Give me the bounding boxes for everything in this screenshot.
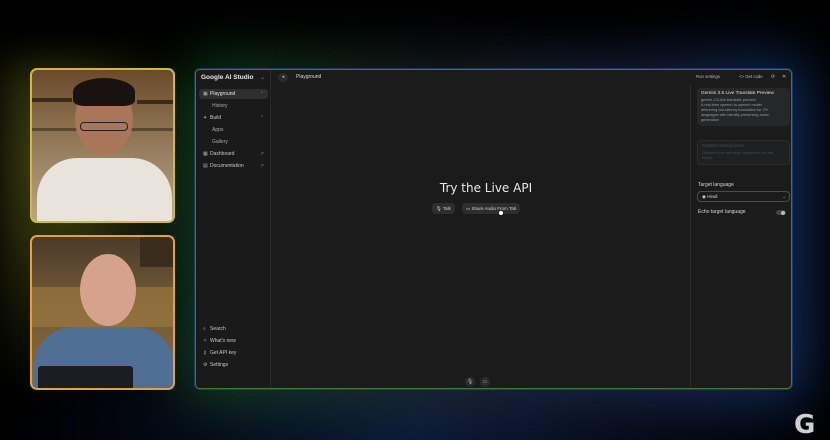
- search-icon: ⌕: [203, 326, 206, 332]
- system-instructions-title: System instructions: [702, 144, 744, 149]
- get-code-button[interactable]: <> Get code: [739, 74, 763, 79]
- sidebar-item-label: Dashboard: [210, 151, 235, 157]
- sparkle-icon: ✧: [203, 338, 208, 344]
- sidebar-item-label: Search: [210, 326, 226, 332]
- talk-label: Talk: [442, 206, 451, 211]
- shelf: [32, 98, 72, 102]
- person-body: [37, 158, 172, 221]
- sidebar-item-gallery[interactable]: Gallery: [199, 137, 268, 147]
- sidebar-item-label: Gallery: [212, 139, 228, 145]
- documentation-icon: ▤: [203, 163, 208, 169]
- sidebar-item-label: Get API key: [210, 350, 237, 356]
- target-language-select[interactable]: ◉ Hindi ⌄: [697, 191, 790, 202]
- sidebar-item-label: History: [212, 103, 228, 109]
- ai-studio-window: Google AI Studio ⌄ ▣ Playground ⌃ History…: [195, 69, 792, 389]
- screen-share-button[interactable]: ▭: [480, 377, 490, 387]
- system-instructions-card[interactable]: System instructions Optional tone and st…: [697, 140, 790, 165]
- mic-icon: 🎙: [436, 206, 442, 211]
- system-instructions-hint: model: [702, 156, 713, 160]
- person-face: [80, 254, 136, 326]
- sidebar-item-label: Documentation: [210, 163, 244, 169]
- model-description: generation: [701, 118, 719, 122]
- shelf: [137, 100, 173, 104]
- chevron-down-icon: ⌄: [782, 194, 786, 199]
- sidebar-item-label: Settings: [210, 362, 229, 368]
- chevron-up-icon: ⌃: [259, 91, 264, 97]
- gear-icon: ⚙: [203, 362, 208, 368]
- sidebar-item-settings[interactable]: ⚙ Settings: [199, 360, 268, 370]
- main-heading: Try the Live API: [439, 181, 533, 195]
- mouse-cursor: [499, 211, 503, 215]
- sidebar-item-playground[interactable]: ▣ Playground ⌃: [199, 89, 268, 99]
- system-instructions-hint: Optional tone and style instructions for…: [702, 151, 773, 155]
- laptop: [38, 366, 133, 388]
- echo-target-language-label: Echo target language: [698, 209, 746, 215]
- key-icon: ⚷: [203, 350, 207, 356]
- chevron-up-icon: ⌃: [259, 115, 264, 121]
- run-settings-button[interactable]: Run settings: [696, 74, 720, 79]
- sidebar-item-history[interactable]: History: [199, 101, 268, 111]
- video-tile-speaker: [30, 68, 175, 223]
- sidebar-item-label: Apps: [212, 127, 224, 133]
- sidebar-item-label: Playground: [210, 91, 236, 97]
- sidebar-item-label: What's new: [210, 338, 236, 344]
- run-settings-panel: Gemini 3.5 Live Translate Preview gemini…: [690, 84, 791, 388]
- sidebar-item-whats-new[interactable]: ✧ What's new: [199, 336, 268, 346]
- language-icon: ◉: [702, 194, 706, 199]
- talk-button[interactable]: 🎙 Talk: [432, 203, 455, 214]
- share-audio-label: Share Audio From Tab: [471, 206, 517, 211]
- target-language-value: Hindi: [707, 194, 718, 199]
- stage: Google AI Studio ⌄ ▣ Playground ⌃ History…: [0, 0, 830, 440]
- sidebar-item-get-api-key[interactable]: ⚷ Get API key: [199, 348, 268, 358]
- external-link-icon: ↗: [259, 163, 264, 169]
- playground-icon: ▣: [203, 91, 208, 97]
- sidebar-item-search[interactable]: ⌕ Search: [199, 324, 268, 334]
- page-title: Playground: [296, 74, 322, 80]
- person-hair: [73, 78, 135, 106]
- sidebar-item-dashboard[interactable]: ▦ Dashboard ↗: [199, 149, 268, 159]
- dashboard-icon: ▦: [203, 151, 208, 157]
- toggle-sidebar-icon[interactable]: ◂: [278, 73, 288, 82]
- sidebar-item-apps[interactable]: Apps: [199, 125, 268, 135]
- share-audio-button[interactable]: ▭ Share Audio From Tab: [462, 203, 521, 214]
- mic-button[interactable]: 🎙: [465, 377, 475, 387]
- target-language-label: Target language: [698, 182, 734, 188]
- close-icon[interactable]: ✕: [782, 74, 786, 80]
- model-title: Gemini 3.5 Live Translate Preview: [701, 91, 774, 96]
- sidebar-item-build[interactable]: ✦ Build ⌃: [199, 113, 268, 123]
- model-card[interactable]: Gemini 3.5 Live Translate Preview gemini…: [697, 88, 790, 126]
- external-link-icon: ↗: [259, 151, 264, 157]
- echo-target-language-toggle[interactable]: [776, 210, 786, 215]
- screen-share-icon: ▭: [466, 206, 471, 211]
- sidebar-item-label: Build: [210, 115, 222, 121]
- glasses: [80, 122, 128, 131]
- refresh-icon[interactable]: ⟳: [771, 74, 775, 80]
- sidebar: Google AI Studio ⌄ ▣ Playground ⌃ History…: [196, 70, 271, 388]
- video-tile-participant: [30, 235, 175, 390]
- google-logo: G: [794, 410, 816, 440]
- build-icon: ✦: [203, 115, 208, 121]
- brand-title[interactable]: Google AI Studio: [201, 74, 253, 81]
- sidebar-item-documentation[interactable]: ▤ Documentation ↗: [199, 161, 268, 171]
- bookshelf: [140, 237, 173, 267]
- chevron-down-icon[interactable]: ⌄: [260, 74, 265, 81]
